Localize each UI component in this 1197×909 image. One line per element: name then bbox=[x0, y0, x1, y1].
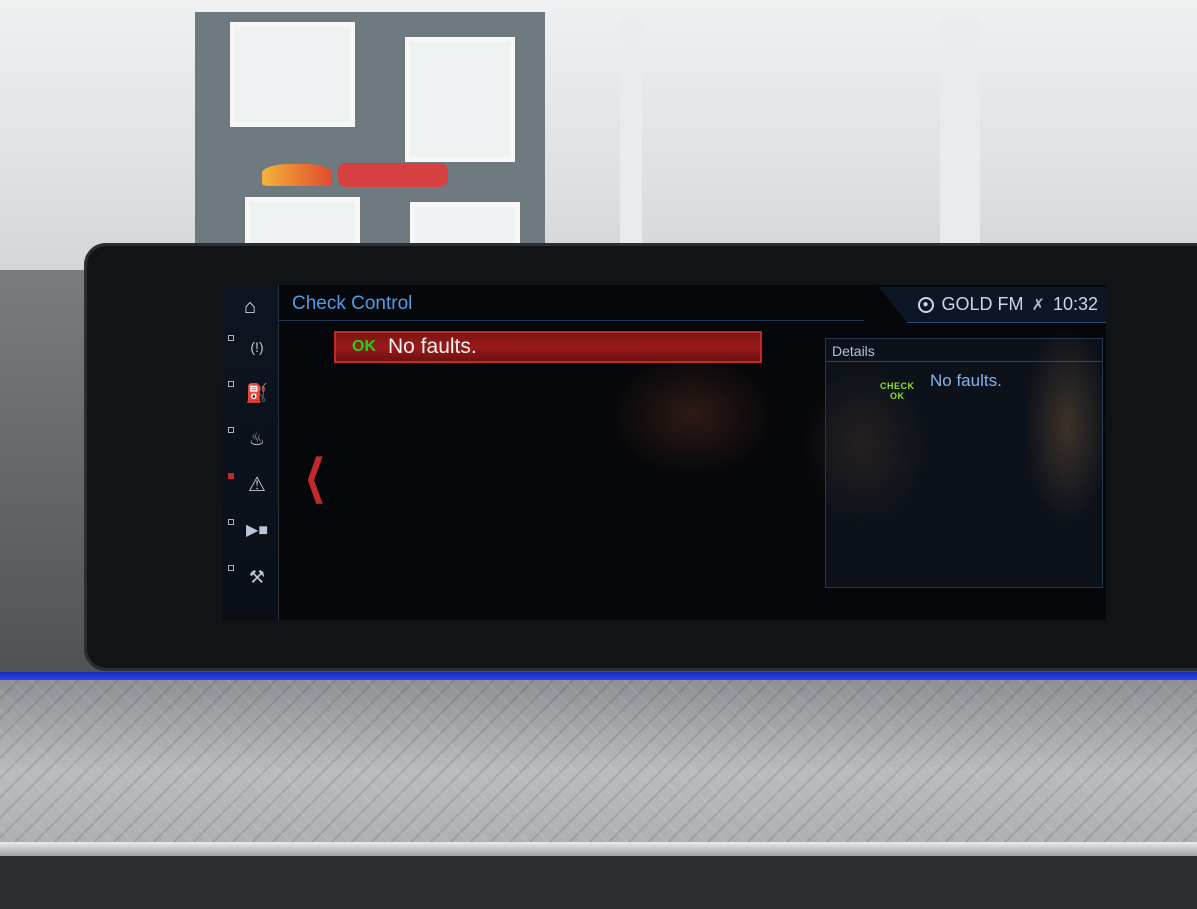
oil-level-icon: ⛽ bbox=[245, 383, 269, 403]
rail-item-oil-level[interactable]: ⛽ bbox=[222, 371, 278, 415]
details-panel: Details CHECK OK No faults. bbox=[825, 338, 1103, 588]
check-ok-icon: CHECK OK bbox=[880, 381, 915, 401]
status-bar[interactable]: ● GOLD FM ✗ 10:32 bbox=[878, 287, 1106, 323]
header-divider bbox=[278, 320, 864, 321]
service-icon: ⚒ bbox=[248, 567, 266, 587]
warning-icon: ⚠ bbox=[248, 474, 266, 496]
background-building bbox=[195, 12, 545, 257]
page-title: Check Control bbox=[292, 293, 413, 314]
chrome-trim bbox=[0, 842, 1197, 856]
radio-station: GOLD FM bbox=[941, 294, 1024, 314]
radio-source-icon: ● bbox=[917, 296, 934, 313]
air-vent bbox=[0, 856, 1197, 909]
message-text: No faults. bbox=[388, 335, 477, 358]
clock: 10:32 bbox=[1052, 294, 1098, 314]
status-ok-badge: OK bbox=[352, 338, 376, 355]
side-menu-rail: ⌂ (!) ⛽ ♨ ⚠ ▶■ ⚒ bbox=[222, 285, 279, 620]
tire-pressure-icon: (!) bbox=[250, 339, 264, 355]
details-divider bbox=[826, 361, 1102, 362]
background-pillar bbox=[620, 20, 642, 270]
rail-item-coolant[interactable]: ♨ bbox=[222, 417, 278, 461]
back-chevron-icon[interactable]: ❮ bbox=[305, 449, 326, 503]
rail-item-service[interactable]: ⚒ bbox=[222, 555, 278, 599]
rail-item-warning[interactable]: ⚠ bbox=[222, 463, 278, 507]
vehicle-icon: ▶■ bbox=[246, 522, 268, 539]
infotainment-screen: ⌂ (!) ⛽ ♨ ⚠ ▶■ ⚒ Check Control ● GOLD FM… bbox=[222, 285, 1106, 620]
background-pillar bbox=[940, 20, 980, 270]
details-label: Details bbox=[832, 343, 875, 359]
check-control-message[interactable]: OK No faults. bbox=[334, 331, 762, 363]
rail-item-home[interactable]: ⌂ bbox=[222, 285, 278, 329]
mute-icon: ✗ bbox=[1031, 296, 1045, 314]
rail-item-tire-pressure[interactable]: (!) bbox=[222, 325, 278, 369]
rail-item-vehicle[interactable]: ▶■ bbox=[222, 509, 278, 553]
coolant-icon: ♨ bbox=[248, 429, 266, 449]
home-icon: ⌂ bbox=[243, 296, 257, 318]
details-text: No faults. bbox=[930, 371, 1002, 390]
background-sign bbox=[262, 160, 472, 190]
